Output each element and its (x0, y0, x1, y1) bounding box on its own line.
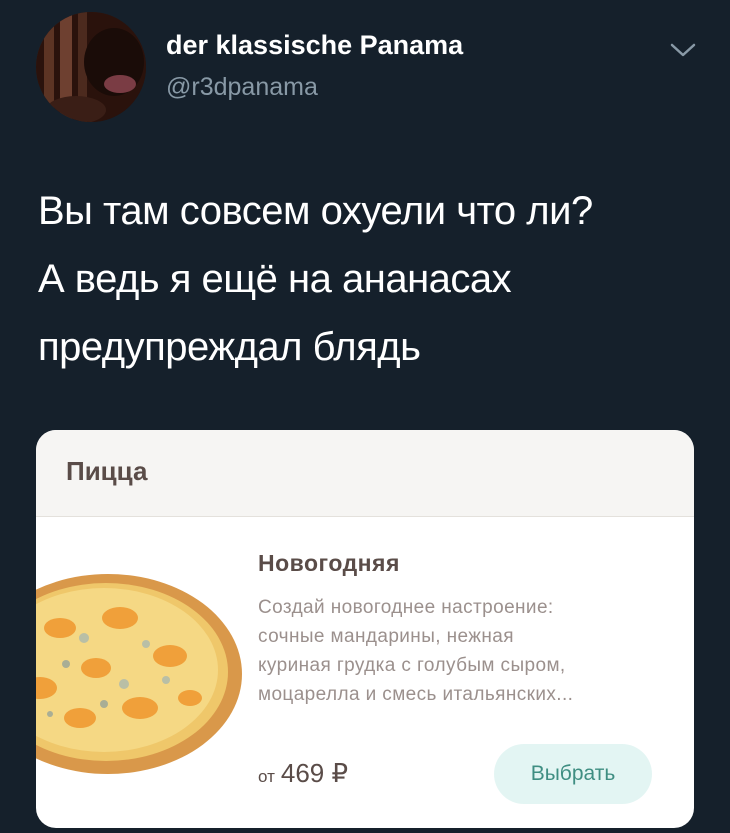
tweet-text-line: предупреждал блядь (38, 325, 421, 369)
price-value: 469 ₽ (280, 758, 349, 788)
attached-screenshot-card[interactable]: Пицца Новогодняя Создай новогоднее настр… (36, 430, 694, 828)
product-description-line: сочные мандарины, нежная (258, 626, 514, 647)
avatar[interactable] (36, 12, 146, 122)
price-prefix: от (258, 767, 275, 786)
choose-button[interactable]: Выбрать (494, 744, 652, 804)
tweet: der klassische Panama @r3dpanama Вы там … (0, 0, 730, 833)
category-title: Пицца (66, 456, 148, 486)
product-description-line: Создай новогоднее настроение: (258, 597, 554, 618)
tweet-text-line: А ведь я ещё на ананасах (38, 257, 512, 301)
chevron-down-icon[interactable] (668, 38, 698, 62)
tweet-text: Вы там совсем охуели что ли? А ведь я ещ… (38, 177, 698, 381)
pizza-image (36, 574, 242, 774)
product-description-line: моцарелла и смесь итальянских... (258, 684, 574, 705)
tweet-text-line: Вы там совсем охуели что ли? (38, 189, 593, 233)
product-name: Новогодняя (258, 550, 400, 576)
card-header: Пицца (36, 430, 694, 517)
product-description-line: куриная грудка с голубым сыром, (258, 655, 566, 676)
product-description: Создай новогоднее настроение: сочные ман… (258, 593, 668, 709)
author-display-name[interactable]: der klassische Panama (166, 30, 463, 61)
avatar-image (36, 12, 146, 122)
product-price: от 469 ₽ (258, 758, 348, 789)
author-handle[interactable]: @r3dpanama (166, 73, 318, 102)
